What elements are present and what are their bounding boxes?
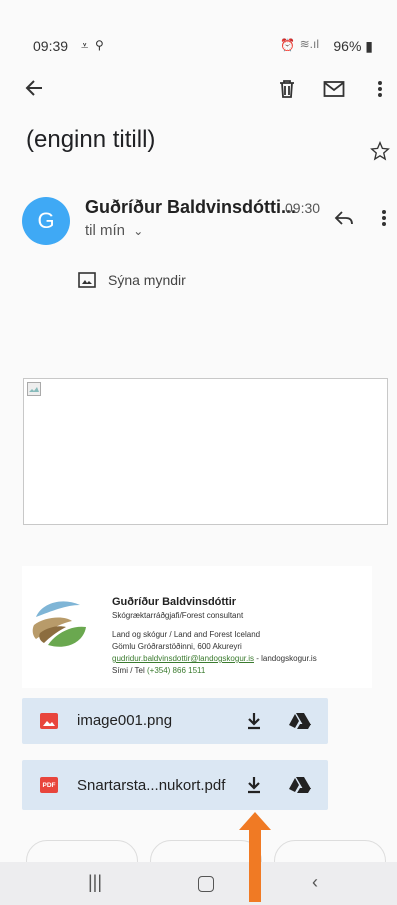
phone-number[interactable]: (+354) 866 1511: [147, 666, 205, 675]
more-vert-icon[interactable]: [366, 75, 394, 103]
signature-name: Guðríður Baldvinsdóttir: [112, 596, 237, 608]
signal-icon: ≋.ıl: [299, 37, 319, 51]
status-time: 09:39: [33, 38, 69, 54]
signature-role: Skógræktarráðgjafi/Forest consultant: [112, 611, 244, 620]
reply-icon[interactable]: [330, 204, 358, 232]
phone-label: Sími / Tel: [112, 666, 147, 675]
image-file-icon: [40, 713, 58, 729]
broken-image-placeholder: [23, 378, 388, 525]
email-signature: Guðríður Baldvinsdóttir Skógræktarráðgja…: [22, 566, 372, 688]
show-images-label: Sýna myndir: [108, 272, 186, 288]
system-nav-bar: ||| ‹: [0, 862, 397, 905]
download-icon[interactable]: [246, 776, 262, 794]
recipient-toggle[interactable]: til mín ⌄: [85, 222, 143, 239]
signature-email-link[interactable]: gudridur.baldvinsdottir@landogskogur.is: [112, 654, 254, 663]
mark-unread-icon[interactable]: [320, 75, 348, 103]
signature-phone-row: Sími / Tel (+354) 866 1511: [112, 666, 205, 675]
recent-apps-icon[interactable]: |||: [88, 872, 102, 893]
signature-address: Gömlu Gróðrarstöðinni, 600 Akureyri: [112, 642, 242, 651]
message-more-icon[interactable]: [370, 204, 397, 232]
back-arrow-icon[interactable]: [20, 74, 48, 102]
signature-website: - landogskogur.is: [253, 654, 317, 663]
sender-name[interactable]: Guðríður Baldvinsdótti...: [85, 197, 296, 218]
land-og-skogur-logo: [32, 601, 86, 647]
status-bar: 09:39 ⩡ ⚲ ⏰ ≋.ıl 96% ▮: [33, 37, 373, 58]
signature-contact: gudridur.baldvinsdottir@landogskogur.is …: [112, 654, 317, 663]
battery-level: 96% ▮: [333, 38, 373, 54]
image-icon: [78, 272, 96, 288]
key-icon: ⚲: [95, 38, 104, 52]
delete-icon[interactable]: [273, 75, 301, 103]
signature-org: Land og skógur / Land and Forest Iceland: [112, 630, 261, 639]
attachment-name: Snartarsta...nukort.pdf: [77, 777, 226, 794]
home-icon[interactable]: [198, 876, 214, 892]
save-to-drive-icon[interactable]: [289, 776, 311, 794]
download-icon[interactable]: [246, 712, 262, 730]
attachment-item[interactable]: PDF Snartarsta...nukort.pdf: [22, 760, 328, 810]
email-subject: (enginn titill): [26, 126, 156, 153]
download-complete-icon: ⩡: [81, 38, 89, 53]
save-to-drive-icon[interactable]: [289, 712, 311, 730]
broken-image-icon: [27, 382, 41, 396]
orange-arrow-annotation: [239, 812, 271, 902]
email-time: 09:30: [285, 200, 321, 216]
avatar[interactable]: G: [22, 197, 70, 245]
recipient-label: til mín: [85, 222, 126, 239]
back-nav-icon[interactable]: ‹: [312, 872, 318, 893]
show-images-button[interactable]: Sýna myndir: [78, 272, 186, 288]
pdf-file-icon: PDF: [40, 777, 58, 793]
alarm-icon: ⏰: [280, 38, 295, 52]
attachment-name: image001.png: [77, 712, 173, 729]
attachment-item[interactable]: image001.png: [22, 698, 328, 744]
chevron-down-icon: ⌄: [133, 224, 144, 238]
star-icon[interactable]: [366, 137, 394, 165]
pdf-file-type: PDF: [42, 781, 56, 789]
